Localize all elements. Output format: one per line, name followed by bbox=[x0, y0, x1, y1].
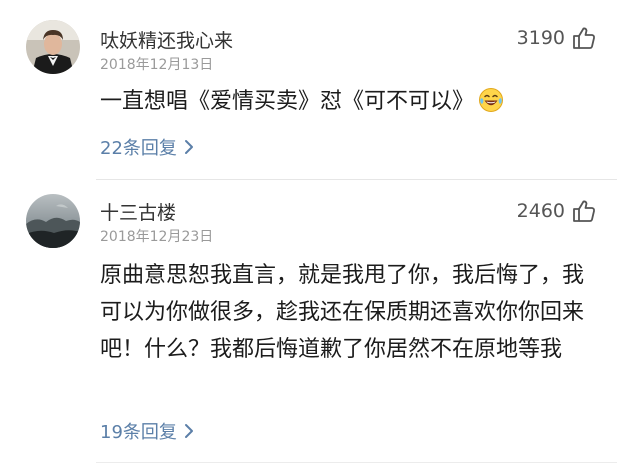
thumbs-up-icon bbox=[573, 200, 595, 222]
comment-item: 呔妖精还我心来 2018年12月13日 3190 一直想唱《爱情买卖》怼《可不可… bbox=[0, 0, 617, 179]
laughing-tears-emoji-icon bbox=[478, 87, 504, 125]
like-count: 2460 bbox=[516, 200, 565, 222]
replies-link[interactable]: 22条回复 bbox=[100, 134, 195, 160]
like-button[interactable]: 2460 bbox=[517, 198, 597, 224]
comment-divider bbox=[96, 462, 617, 463]
comment-item: 十三古楼 2018年12月23日 2460 原曲意思恕我直言，就是我甩了你，我后… bbox=[0, 180, 617, 469]
like-button[interactable]: 3190 bbox=[517, 25, 597, 51]
replies-link[interactable]: 19条回复 bbox=[100, 418, 195, 444]
replies-count: 19条回复 bbox=[100, 422, 177, 443]
comment-text: 一直想唱《爱情买卖》怼《可不可以》 bbox=[100, 83, 598, 125]
chevron-right-icon bbox=[184, 140, 193, 154]
avatar[interactable] bbox=[26, 20, 80, 74]
username[interactable]: 呔妖精还我心来 bbox=[100, 26, 233, 53]
username[interactable]: 十三古楼 bbox=[100, 198, 176, 225]
avatar[interactable] bbox=[26, 194, 80, 248]
avatar-image bbox=[26, 194, 80, 248]
thumbs-up-icon bbox=[573, 27, 595, 49]
like-count: 3190 bbox=[516, 27, 565, 49]
comment-date: 2018年12月13日 bbox=[100, 57, 214, 73]
comment-date: 2018年12月23日 bbox=[100, 229, 214, 245]
avatar-image bbox=[26, 20, 80, 74]
chevron-right-icon bbox=[184, 424, 193, 438]
comment-text-content: 一直想唱《爱情买卖》怼《可不可以》 bbox=[100, 89, 475, 114]
replies-count: 22条回复 bbox=[100, 138, 177, 159]
comment-text: 原曲意思恕我直言，就是我甩了你，我后悔了，我可以为你做很多，趁我还在保质期还喜欢… bbox=[100, 263, 585, 362]
